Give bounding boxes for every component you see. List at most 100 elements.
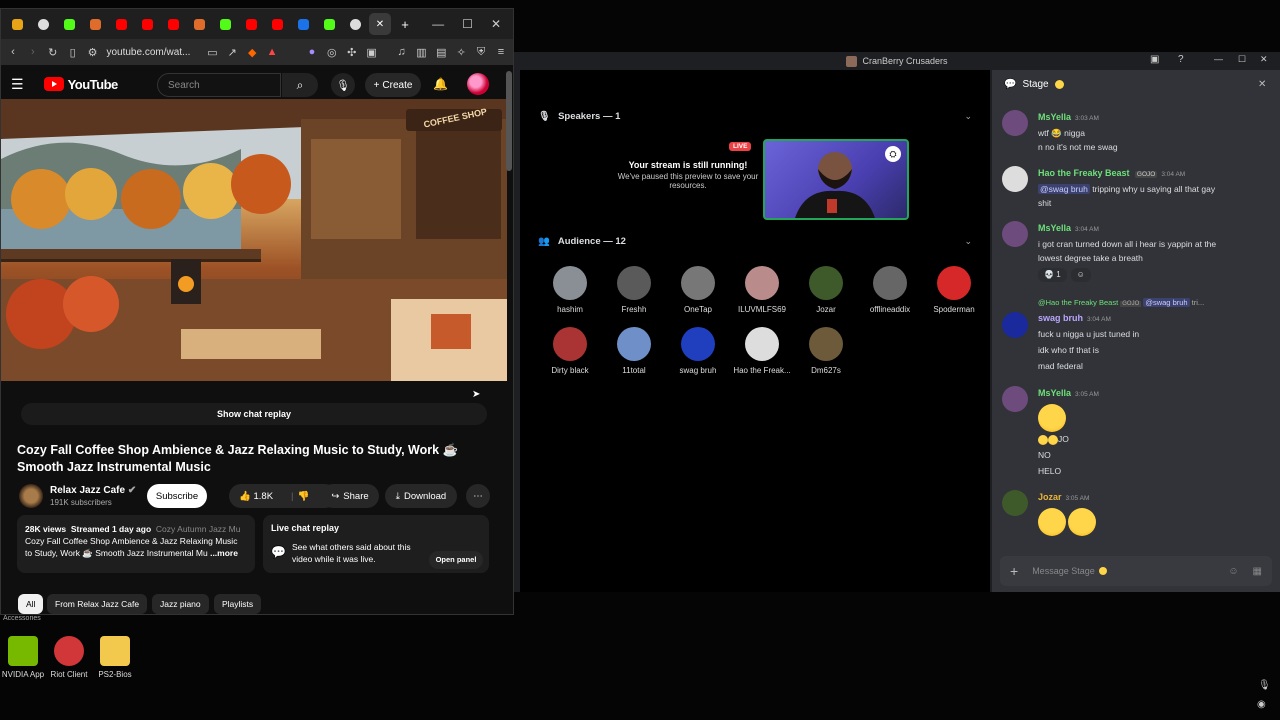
audience-member[interactable]: ILUVMLFS69 <box>730 266 794 314</box>
username[interactable]: MsYella <box>1038 388 1071 398</box>
browser-tab[interactable] <box>187 13 211 35</box>
url-field[interactable]: youtube.com/wat... <box>106 47 198 58</box>
tray-settings-icon[interactable]: ◉ <box>1257 699 1266 710</box>
audience-member[interactable]: hashim <box>538 266 602 314</box>
search-button[interactable]: ⌕ <box>282 73 318 97</box>
audience-member[interactable]: Dirty black <box>538 327 602 375</box>
close-window-icon[interactable]: ✕ <box>491 17 501 31</box>
chat-message[interactable]: Jozar 3:05 AM <box>1002 490 1272 536</box>
chip-from-channel[interactable]: From Relax Jazz Cafe <box>47 594 148 614</box>
add-reaction-button[interactable]: ☺ <box>1070 268 1091 282</box>
site-info-icon[interactable]: ⚙ <box>87 45 99 59</box>
browser-tab[interactable] <box>265 13 289 35</box>
subscribe-button[interactable]: Subscribe <box>147 484 207 508</box>
dislike-button[interactable]: 👎 <box>298 491 310 502</box>
browser-tab[interactable] <box>109 13 133 35</box>
username[interactable]: Hao the Freaky Beast <box>1038 168 1130 178</box>
screenshot-icon[interactable]: ▣ <box>366 45 378 59</box>
search-input[interactable]: Search <box>157 73 281 97</box>
mic-tray-icon[interactable]: 🎙 <box>1258 680 1271 691</box>
chip-playlists[interactable]: Playlists <box>214 594 262 614</box>
share-page-icon[interactable]: ↗ <box>226 45 238 59</box>
audience-member[interactable]: swag bruh <box>666 327 730 375</box>
close-window-icon[interactable]: ✕ <box>1260 54 1268 65</box>
audience-member[interactable]: Hao the Freak... <box>730 327 794 375</box>
forward-icon[interactable]: › <box>27 45 39 59</box>
scrollbar-thumb[interactable] <box>506 71 512 171</box>
sidebar-icon[interactable]: ▥ <box>415 45 427 59</box>
browser-tab[interactable] <box>5 13 29 35</box>
close-tab-button[interactable]: ✕ <box>369 13 391 35</box>
audience-member[interactable]: Spoderman <box>922 266 986 314</box>
browser-tab[interactable] <box>213 13 237 35</box>
browser-tab[interactable] <box>83 13 107 35</box>
speaker-video-tile[interactable]: ⛭ <box>763 139 909 220</box>
like-button[interactable]: 👍 1.8K <box>239 491 273 502</box>
reply-preview[interactable]: @Hao the Freaky Beast GOJO @swag bruh tr… <box>1038 296 1272 311</box>
inbox-icon[interactable]: ▣ <box>1150 54 1159 65</box>
help-icon[interactable]: ? <box>1178 54 1184 65</box>
audience-member[interactable]: offlineaddix <box>858 266 922 314</box>
audience-header[interactable]: 👥 Audience — 12 <box>538 236 626 247</box>
youtube-logo[interactable]: YouTube <box>43 77 118 92</box>
audience-member[interactable]: OneTap <box>666 266 730 314</box>
browser-tab[interactable] <box>291 13 315 35</box>
username[interactable]: Jozar <box>1038 492 1062 502</box>
leo-icon[interactable]: ✧ <box>455 45 467 59</box>
create-button[interactable]: + Create <box>365 73 421 97</box>
share-button[interactable]: ↪ Share <box>321 484 379 508</box>
cast-icon[interactable]: ▭ <box>206 45 218 59</box>
audience-member[interactable]: Dm627s <box>794 327 858 375</box>
chevron-down-icon[interactable]: ⌄ <box>964 111 972 122</box>
brave-shield-icon[interactable]: ◆ <box>246 45 258 59</box>
apps-icon[interactable]: ▦ <box>1253 566 1262 577</box>
video-player[interactable]: COFFEE SHOP <box>1 99 507 381</box>
browser-tab[interactable] <box>317 13 341 35</box>
audience-member[interactable]: 11total <box>602 327 666 375</box>
hamburger-menu-icon[interactable]: ☰ <box>11 76 24 93</box>
username[interactable]: MsYella <box>1038 112 1071 122</box>
audience-member[interactable]: Freshh <box>602 266 666 314</box>
show-chat-replay-button[interactable]: Show chat replay <box>21 403 487 425</box>
puzzle-icon[interactable]: ✣ <box>346 45 358 59</box>
user-mention[interactable]: @swag bruh <box>1038 184 1090 194</box>
chat-message[interactable]: MsYella 3:04 AM i got cran turned down al… <box>1002 221 1272 282</box>
more-actions-button[interactable]: ⋯ <box>466 484 490 508</box>
browser-tab[interactable] <box>57 13 81 35</box>
bookmark-icon[interactable]: ▯ <box>67 45 79 59</box>
close-chat-icon[interactable]: ✕ <box>1258 79 1266 90</box>
channel-avatar[interactable] <box>19 484 43 508</box>
reaction-skull[interactable]: 💀 1 <box>1038 268 1067 282</box>
account-avatar[interactable] <box>467 73 489 95</box>
settings-icon[interactable]: ⛭ <box>885 146 901 162</box>
chip-all[interactable]: All <box>18 594 44 614</box>
description-box[interactable]: 28K views Streamed 1 day ago Cozy Autumn… <box>17 515 255 573</box>
open-panel-button[interactable]: Open panel <box>429 551 483 569</box>
chat-message[interactable]: MsYella 3:05 AM JO NO HELO <box>1002 386 1272 478</box>
speakers-header[interactable]: 🎙 Speakers — 1 <box>538 111 620 122</box>
message-input[interactable]: + Message Stage ☺ ▦ <box>1000 556 1272 586</box>
channel-name[interactable]: Relax Jazz Cafe ✔ <box>50 485 136 496</box>
minimize-icon[interactable]: — <box>1214 54 1223 64</box>
chevron-down-icon[interactable]: ⌄ <box>964 236 972 247</box>
emoji-picker-icon[interactable]: ☺ <box>1228 566 1238 577</box>
browser-tab[interactable] <box>343 13 367 35</box>
shield-icon[interactable]: ⛨ <box>475 45 487 59</box>
browser-tab[interactable] <box>135 13 159 35</box>
back-icon[interactable]: ‹ <box>7 45 19 59</box>
chat-message[interactable]: MsYella 3:03 AM wtf 😂 nigga n no it's not… <box>1002 110 1272 154</box>
show-more-link[interactable]: ...more <box>210 548 238 558</box>
reload-icon[interactable]: ↻ <box>47 45 59 59</box>
wallet-icon[interactable]: ▤ <box>435 45 447 59</box>
maximize-icon[interactable]: ☐ <box>1238 54 1246 65</box>
new-tab-button[interactable]: + <box>393 13 417 35</box>
chat-message[interactable]: Hao the Freaky Beast GOJO 3:04 AM @swag b… <box>1002 166 1272 210</box>
minimize-icon[interactable]: — <box>432 17 444 31</box>
chat-message[interactable]: @Hao the Freaky Beast GOJO @swag bruh tr… <box>1002 296 1272 373</box>
extension-icon[interactable]: ● <box>306 45 318 59</box>
browser-tab[interactable] <box>239 13 263 35</box>
ps2-bios-folder[interactable]: PS2-Bios <box>85 636 145 679</box>
maximize-icon[interactable]: ☐ <box>462 17 473 31</box>
chip-jazz-piano[interactable]: Jazz piano <box>152 594 209 614</box>
vpn-icon[interactable]: ◎ <box>326 45 338 59</box>
